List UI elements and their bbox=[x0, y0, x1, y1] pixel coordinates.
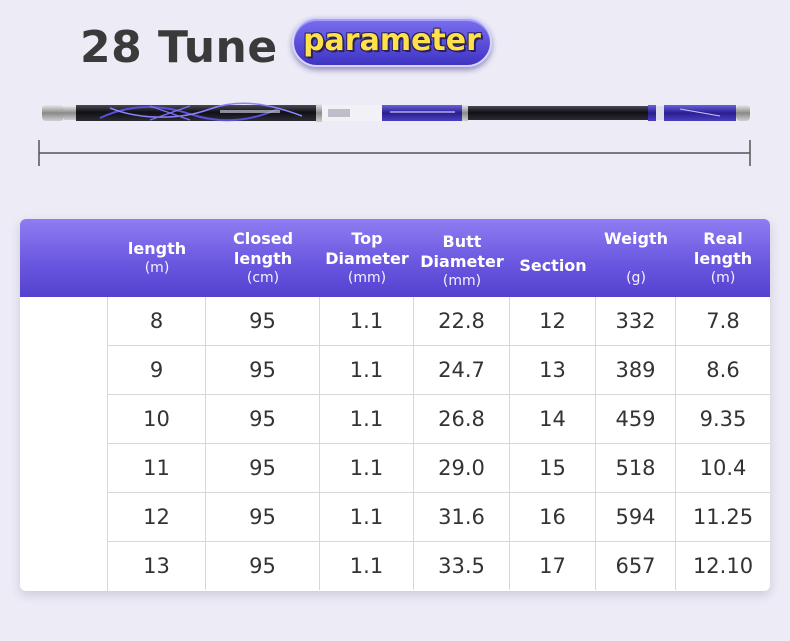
table-cell: 1.1 bbox=[320, 444, 414, 492]
table-cell: 9 bbox=[108, 346, 206, 394]
table-cell: 33.5 bbox=[414, 542, 510, 590]
table-cell: 518 bbox=[596, 444, 676, 492]
table-cell: 1.1 bbox=[320, 493, 414, 541]
column-header-unit: (mm) bbox=[347, 270, 387, 286]
table-cell: 12 bbox=[510, 297, 596, 345]
parameter-badge-label: parameter bbox=[303, 22, 481, 58]
table-cell: 26.8 bbox=[414, 395, 510, 443]
table-cell: 1.1 bbox=[320, 395, 414, 443]
table-cell: 24.7 bbox=[414, 346, 510, 394]
column-header-label: Closed length bbox=[232, 229, 294, 268]
table-row: 9 95 1.1 24.7 13 389 8.6 bbox=[108, 346, 770, 395]
column-header-label: Real length bbox=[693, 229, 753, 268]
table-cell: 95 bbox=[206, 542, 320, 590]
table-cell: 95 bbox=[206, 395, 320, 443]
table-cell: 17 bbox=[510, 542, 596, 590]
table-cell: 10.4 bbox=[699, 456, 747, 480]
table-cell: 11 bbox=[108, 444, 206, 492]
table-cell: 29.0 bbox=[414, 444, 510, 492]
table-row: 11 95 1.1 29.0 15 518 10.4 bbox=[108, 444, 770, 493]
table-header: length (m) Closed length (cm) Top Diamet… bbox=[20, 219, 770, 297]
column-header-unit: (cm) bbox=[246, 270, 280, 286]
table-cell: 11.25 bbox=[692, 505, 754, 529]
table-cell: 95 bbox=[206, 297, 320, 345]
table-cell: 22.8 bbox=[414, 297, 510, 345]
table-row: 8 95 1.1 22.8 12 332 7.8 bbox=[108, 297, 770, 346]
table-cell: 14 bbox=[510, 395, 596, 443]
table-cell: 13 bbox=[510, 346, 596, 394]
table-cell: 95 bbox=[206, 493, 320, 541]
column-header: Section bbox=[510, 219, 596, 297]
table-cell: 594 bbox=[596, 493, 676, 541]
column-header: Weigth (g) bbox=[596, 219, 676, 297]
table-cell: 12.10 bbox=[692, 554, 754, 578]
table-cell: 95 bbox=[206, 444, 320, 492]
table-cell: 1.1 bbox=[320, 297, 414, 345]
parameter-table: length (m) Closed length (cm) Top Diamet… bbox=[20, 219, 770, 591]
column-header: Top Diameter (mm) bbox=[320, 219, 414, 297]
table-cell: 9.35 bbox=[699, 407, 747, 431]
table-cell: 31.6 bbox=[414, 493, 510, 541]
table-cell: 15 bbox=[510, 444, 596, 492]
table-cell: 8 bbox=[108, 297, 206, 345]
table-blank-column bbox=[20, 297, 108, 591]
table-cell: 16 bbox=[510, 493, 596, 541]
table-cell: 332 bbox=[596, 297, 676, 345]
fishing-rod-image bbox=[42, 102, 750, 122]
table-cell: 12 bbox=[108, 493, 206, 541]
column-header-label: length bbox=[127, 239, 187, 258]
parameter-badge: parameter bbox=[292, 17, 492, 67]
column-header-unit: (m) bbox=[710, 270, 736, 286]
table-cell: 13 bbox=[108, 542, 206, 590]
table-cell: 10 bbox=[108, 395, 206, 443]
column-header: Closed length (cm) bbox=[206, 219, 320, 297]
table-cell: 7.8 bbox=[706, 309, 740, 333]
table-cell: 459 bbox=[596, 395, 676, 443]
column-header-unit: (mm) bbox=[442, 273, 482, 289]
page-title: 28 Tune bbox=[80, 22, 278, 73]
table-row: 12 95 1.1 31.6 16 594 11.25 bbox=[108, 493, 770, 542]
column-header-unit: (g) bbox=[626, 270, 646, 286]
table-row: 10 95 1.1 26.8 14 459 9.35 bbox=[108, 395, 770, 444]
table-cell: 1.1 bbox=[320, 346, 414, 394]
table-row: 13 95 1.1 33.5 17 657 12.10 bbox=[108, 542, 770, 591]
table-cell: 8.6 bbox=[706, 358, 740, 382]
length-measure-line bbox=[38, 140, 751, 166]
column-header-unit: (m) bbox=[144, 260, 170, 276]
column-header-label: Top Diameter bbox=[325, 229, 409, 268]
column-header-label: Weigth bbox=[604, 229, 668, 248]
table-cell: 389 bbox=[596, 346, 676, 394]
column-header: Butt Diameter (mm) bbox=[414, 219, 510, 297]
column-header: Real length (m) bbox=[676, 219, 770, 297]
column-header: length (m) bbox=[108, 219, 206, 297]
table-cell: 1.1 bbox=[320, 542, 414, 590]
table-cell: 657 bbox=[596, 542, 676, 590]
column-header-label: Butt Diameter bbox=[420, 232, 504, 271]
column-header-label: Section bbox=[519, 256, 587, 275]
table-cell: 95 bbox=[206, 346, 320, 394]
table-body: 8 95 1.1 22.8 12 332 7.8 9 95 1.1 24.7 1… bbox=[20, 297, 770, 591]
